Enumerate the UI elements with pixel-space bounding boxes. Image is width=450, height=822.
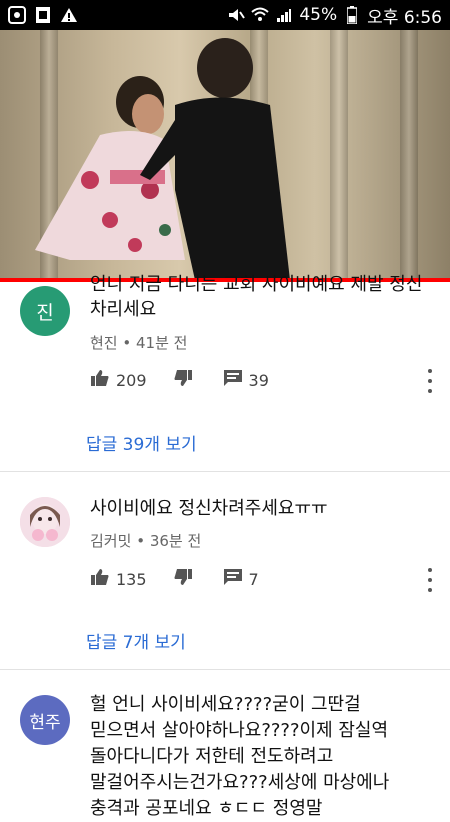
app-notification-icon (8, 6, 26, 24)
thumbs-up-icon (90, 568, 110, 590)
battery-percent: 45% (299, 5, 338, 25)
document-notification-icon (34, 6, 52, 24)
comment-thread: 진 언니 지금 다니는 교회 사이비예요 제발 정신 차리세요 현진 • 41분… (0, 274, 450, 472)
video-frame-image (35, 38, 290, 280)
battery-icon (343, 6, 361, 24)
comment-thread: 사이비에요 정신차려주세요ㅠㅠ 김커밋 • 36분 전 135 7 답글 7개 … (0, 472, 450, 669)
comment-text: 헐 언니 사이비세요????굳이 그딴걸 믿으면서 살아야하나요????이제 잠… (90, 692, 434, 822)
avatar-photo (20, 497, 70, 547)
meta-separator: • (136, 532, 150, 550)
avatar[interactable] (20, 497, 70, 547)
avatar-initial: 현주 (29, 712, 61, 733)
like-button[interactable]: 209 (90, 369, 147, 391)
comment-author[interactable]: 현진 (90, 334, 118, 352)
warning-icon (60, 6, 78, 24)
view-replies-link[interactable]: 답글 39개 보기 (86, 430, 197, 455)
video-player[interactable] (0, 30, 450, 280)
thumbs-up-icon (90, 369, 110, 391)
clock: 오후 6:56 (367, 7, 442, 28)
view-replies-link[interactable]: 답글 7개 보기 (86, 628, 186, 653)
thumbs-down-icon (173, 369, 193, 391)
thumbs-down-icon (173, 568, 193, 590)
comment-text-line: 사이비에요 정신차려주세요ㅠㅠ (90, 498, 328, 519)
status-bar-left (8, 6, 78, 24)
comment-text-line: 돌아다니다가 저한테 전도하려고 (90, 746, 334, 767)
comment-text-line: 언니 지금 다니는 교회 사이비예요 제발 정신 (90, 274, 423, 295)
dislike-button[interactable] (173, 568, 193, 590)
meta-separator: • (122, 334, 137, 352)
avatar[interactable]: 진 (20, 286, 70, 336)
comment-text: 언니 지금 다니는 교회 사이비예요 제발 정신 차리세요 (90, 272, 434, 322)
more-options-icon[interactable] (426, 568, 434, 592)
comment-text-line: 말걸어주시는건가요???세상에 마상에나 (90, 772, 390, 793)
reply-count: 39 (248, 370, 269, 390)
comment-icon (223, 369, 243, 391)
comment-icon (223, 568, 243, 590)
signal-icon (275, 6, 293, 24)
dislike-button[interactable] (173, 369, 193, 391)
comment-text: 사이비에요 정신차려주세요ㅠㅠ (90, 496, 434, 521)
comment-meta: 현진 • 41분 전 (90, 332, 187, 353)
like-count: 209 (116, 370, 147, 390)
comment-meta: 김커밋 • 36분 전 (90, 530, 201, 551)
avatar-initial: 진 (36, 301, 54, 324)
comment-actions: 135 7 (90, 566, 434, 592)
like-button[interactable]: 135 (90, 568, 147, 590)
reply-count: 7 (248, 569, 259, 589)
comment-text-line: 차리세요 (90, 299, 157, 320)
more-options-icon[interactable] (426, 369, 434, 393)
comment-time: 41분 전 (136, 334, 188, 352)
comment-text-line: 믿으면서 살아야하나요????이제 잠실역 (90, 720, 389, 741)
reply-button[interactable]: 7 (223, 568, 259, 590)
comment-text-line: 헐 언니 사이비세요????굳이 그딴걸 (90, 694, 361, 715)
status-bar-right: 45% 오후 6:56 (227, 3, 442, 28)
like-count: 135 (116, 569, 147, 589)
comment-author[interactable]: 김커밋 (90, 532, 131, 550)
comment-actions: 209 39 (90, 367, 434, 393)
comment-time: 36분 전 (149, 532, 202, 550)
wifi-icon (251, 6, 270, 24)
mute-icon (227, 6, 246, 24)
comment-thread: 현주 헐 언니 사이비세요????굳이 그딴걸 믿으면서 살아야하나요????이… (0, 670, 450, 819)
avatar[interactable]: 현주 (20, 695, 70, 745)
reply-button[interactable]: 39 (223, 369, 269, 391)
status-bar: 45% 오후 6:56 (0, 0, 450, 30)
